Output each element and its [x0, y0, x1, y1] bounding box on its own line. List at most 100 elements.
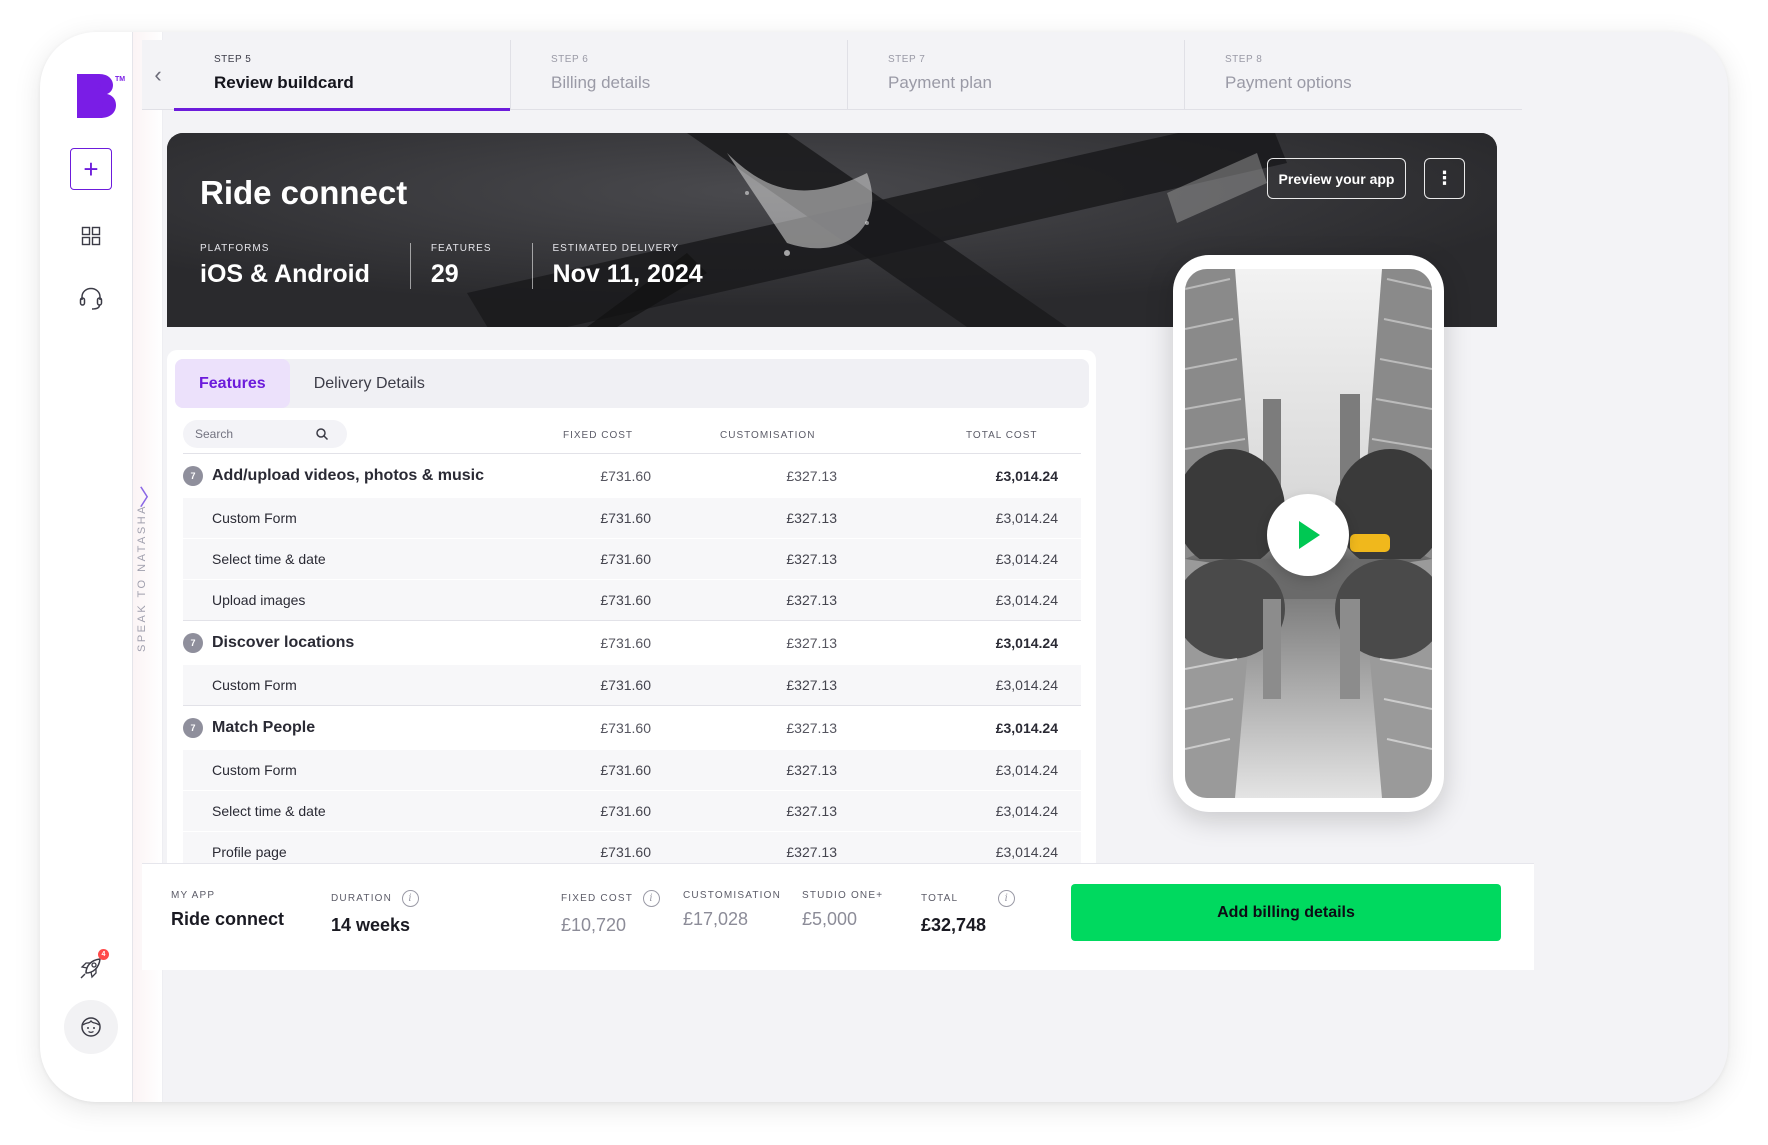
plus-icon: + [83, 154, 99, 184]
table-row[interactable]: Custom Form £731.60 £327.13 £3,014.24 [183, 664, 1081, 705]
my-app-value: Ride connect [171, 909, 285, 929]
duration-value: 14 weeks [331, 915, 411, 935]
step-title: Payment options [1225, 73, 1352, 92]
fixed-cost: £731.60 [600, 634, 651, 651]
customisation-cost: £327.13 [786, 634, 837, 651]
total-cost: £3,014.24 [995, 467, 1058, 484]
info-icon[interactable]: i [402, 890, 420, 907]
table-row[interactable]: Select time & date £731.60 £327.13 £3,01… [183, 538, 1081, 579]
customisation-cost: £327.13 [786, 551, 837, 567]
step-review-buildcard[interactable]: STEP 5 Review buildcard [174, 40, 511, 111]
headset-icon [79, 287, 103, 310]
info-icon[interactable]: i [998, 890, 1016, 907]
studio-one-summary: STUDIO ONE+ £5,000 [802, 890, 883, 930]
total-cost: £3,014.24 [995, 510, 1058, 526]
table-tabs: Features Delivery Details [175, 359, 1089, 408]
launch-button[interactable]: 4 [73, 949, 109, 986]
step-billing-details[interactable]: STEP 6 Billing details [511, 40, 848, 110]
table-row[interactable]: Custom Form £731.60 £327.13 £3,014.24 [183, 749, 1081, 790]
total-value: £32,748 [921, 915, 987, 935]
step-number: STEP 7 [888, 54, 926, 65]
customisation-cost: £327.13 [786, 677, 837, 693]
fixed-cost: £731.60 [600, 510, 651, 526]
user-avatar-button[interactable] [64, 1000, 118, 1054]
total-cost: £3,014.24 [995, 592, 1058, 608]
back-button[interactable]: ‹ [142, 40, 174, 110]
fixed-cost: £731.60 [600, 762, 651, 778]
features-value: 29 [430, 260, 459, 288]
total-cost: £3,014.24 [995, 677, 1058, 693]
new-buildcard-button[interactable]: + [70, 148, 112, 190]
features-table-card: Features Delivery Details FIXED COST CUS… [167, 350, 1096, 896]
studio-one-value: £5,000 [802, 909, 858, 929]
fixed-cost-value: £10,720 [561, 915, 627, 935]
delivery-label: ESTIMATED DELIVERY [552, 243, 680, 254]
checkout-steps: ‹ STEP 5 Review buildcard STEP 6 Billing… [142, 40, 1522, 111]
svg-text:TM: TM [115, 76, 125, 83]
app-window: TM + 4 〉 SPEAK TO NATASHA ‹ STEP 5 Revie… [40, 32, 1728, 1102]
features-label: FEATURES [430, 243, 492, 254]
speak-to-natasha-label: SPEAK TO NATASHA [136, 504, 148, 652]
fixed-cost: £731.60 [600, 467, 651, 484]
play-preview-button[interactable] [1267, 494, 1349, 576]
feature-rows: 7 Add/upload videos, photos & music £731… [183, 453, 1081, 872]
feature-name: Upload images [212, 592, 306, 608]
tab-delivery-details[interactable]: Delivery Details [290, 359, 449, 408]
table-row[interactable]: 7 Match People £731.60 £327.13 £3,014.24 [183, 705, 1081, 749]
customisation-cost: £327.13 [786, 719, 837, 736]
customisation-label: CUSTOMISATION [683, 890, 782, 901]
customisation-cost: £327.13 [786, 510, 837, 526]
total-cost: £3,014.24 [995, 551, 1058, 567]
sidebar: TM + 4 [40, 32, 133, 1102]
feature-name: Select time & date [212, 551, 326, 567]
duration-label: DURATION [331, 893, 393, 904]
tab-features[interactable]: Features [175, 359, 290, 408]
summary-footer: MY APP Ride connect DURATION i 14 weeks … [142, 863, 1534, 970]
dashboard-grid-icon [81, 226, 101, 246]
step-title: Review buildcard [214, 73, 354, 92]
customisation-cost: £327.13 [786, 467, 837, 484]
duration-summary: DURATION i 14 weeks [331, 890, 420, 936]
table-row[interactable]: Select time & date £731.60 £327.13 £3,01… [183, 790, 1081, 831]
feature-name: Custom Form [212, 677, 297, 693]
platforms-value: iOS & Android [200, 260, 370, 288]
total-cost: £3,014.24 [995, 634, 1058, 651]
table-row[interactable]: 7 Discover locations £731.60 £327.13 £3,… [183, 620, 1081, 664]
features-stat: FEATURES 29 [431, 243, 533, 289]
info-icon[interactable]: i [643, 890, 661, 907]
feature-search [183, 420, 347, 448]
builder-logo[interactable]: TM [75, 72, 125, 120]
more-options-button[interactable]: ⋮ [1424, 158, 1465, 199]
preview-app-button[interactable]: Preview your app [1267, 158, 1406, 199]
table-row[interactable]: 7 Add/upload videos, photos & music £731… [183, 453, 1081, 497]
fixed-cost: £731.60 [600, 592, 651, 608]
dashboard-button[interactable] [75, 220, 107, 252]
step-payment-plan[interactable]: STEP 7 Payment plan [848, 40, 1185, 110]
search-input[interactable] [195, 427, 315, 441]
table-row[interactable]: Custom Form £731.60 £327.13 £3,014.24 [183, 497, 1081, 538]
support-button[interactable] [75, 282, 107, 314]
feature-count-badge: 7 [183, 465, 203, 486]
total-summary: TOTAL i £32,748 [921, 890, 1016, 936]
my-app-label: MY APP [171, 890, 216, 901]
search-icon[interactable] [315, 427, 329, 441]
play-icon [1299, 521, 1320, 549]
customisation-value: £17,028 [683, 909, 749, 929]
feature-count-badge: 7 [183, 632, 203, 653]
step-number: STEP 6 [551, 54, 589, 65]
customisation-cost: £327.13 [786, 592, 837, 608]
step-title: Payment plan [888, 73, 992, 92]
step-title: Billing details [551, 73, 651, 92]
feature-count-badge: 7 [183, 717, 203, 738]
fixed-cost: £731.60 [600, 844, 651, 860]
add-billing-details-button[interactable]: Add billing details [1071, 884, 1501, 941]
table-row[interactable]: Upload images £731.60 £327.13 £3,014.24 [183, 579, 1081, 620]
total-cost: £3,014.24 [995, 803, 1058, 819]
step-payment-options[interactable]: STEP 8 Payment options [1185, 40, 1522, 110]
total-cost: £3,014.24 [995, 844, 1058, 860]
fixed-cost: £731.60 [600, 719, 651, 736]
my-app-summary: MY APP Ride connect [171, 890, 284, 930]
customisation-header: CUSTOMISATION [720, 430, 816, 441]
fixed-cost: £731.60 [600, 551, 651, 567]
feature-name: Add/upload videos, photos & music [212, 466, 485, 484]
